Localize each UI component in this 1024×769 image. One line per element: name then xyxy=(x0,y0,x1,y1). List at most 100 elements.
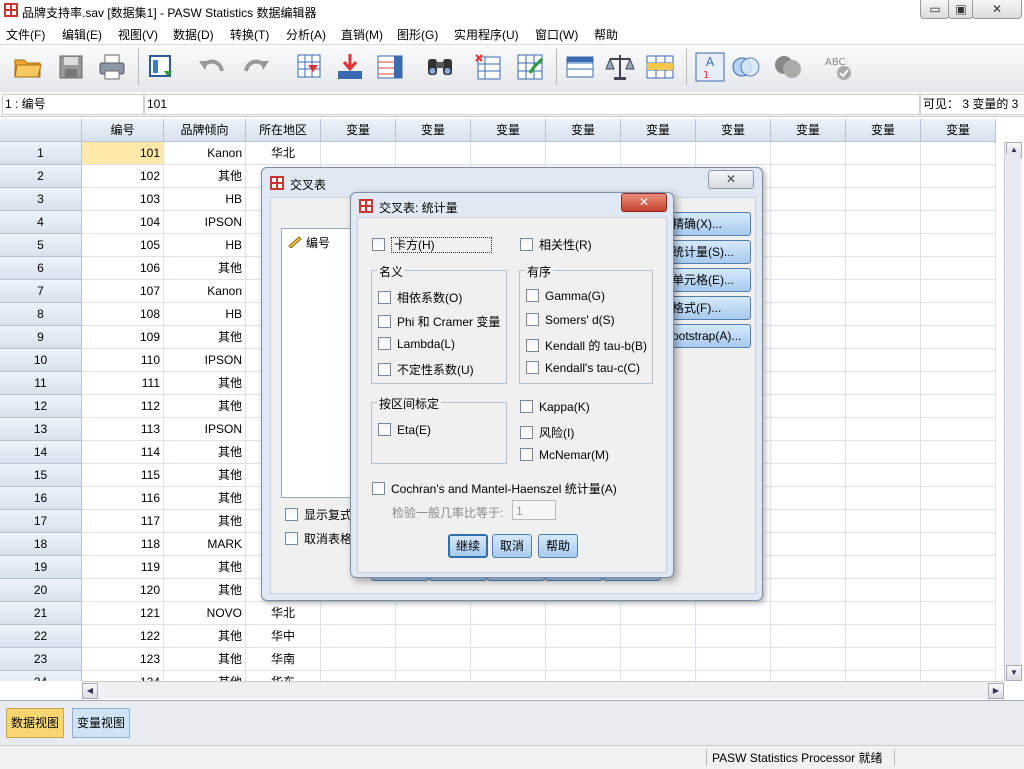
cell-empty[interactable] xyxy=(846,257,921,280)
cell-empty[interactable] xyxy=(771,418,846,441)
column-header[interactable]: 变量 xyxy=(771,119,846,142)
cell-empty[interactable] xyxy=(471,625,546,648)
row-header[interactable]: 6 xyxy=(0,257,82,280)
menu-help[interactable]: 帮助 xyxy=(594,26,618,43)
bootstrap-button[interactable]: ootstrap(A)... xyxy=(667,324,751,348)
cell-empty[interactable] xyxy=(921,487,996,510)
cell-empty[interactable] xyxy=(846,349,921,372)
cell-empty[interactable] xyxy=(771,487,846,510)
cell-id[interactable]: 119 xyxy=(82,556,164,579)
cell-empty[interactable] xyxy=(396,625,471,648)
cell-id[interactable]: 118 xyxy=(82,533,164,556)
scroll-down-arrow[interactable]: ▼ xyxy=(1006,665,1022,681)
cell-empty[interactable] xyxy=(771,257,846,280)
row-header[interactable]: 22 xyxy=(0,625,82,648)
cell-empty[interactable] xyxy=(771,556,846,579)
cell-empty[interactable] xyxy=(771,303,846,326)
cell-id[interactable]: 111 xyxy=(82,372,164,395)
cell-region[interactable]: 华北 xyxy=(246,142,321,165)
cell-empty[interactable] xyxy=(396,142,471,165)
cell-empty[interactable] xyxy=(846,671,921,681)
cell-empty[interactable] xyxy=(921,349,996,372)
variable-item[interactable]: 编号 xyxy=(288,234,330,251)
cell-id[interactable]: 104 xyxy=(82,211,164,234)
cell-empty[interactable] xyxy=(396,671,471,681)
cell-empty[interactable] xyxy=(771,349,846,372)
cell-empty[interactable] xyxy=(771,234,846,257)
cell-brand[interactable]: HB xyxy=(164,188,246,211)
cell-empty[interactable] xyxy=(321,671,396,681)
row-header[interactable]: 13 xyxy=(0,418,82,441)
cell-empty[interactable] xyxy=(771,188,846,211)
row-header[interactable]: 17 xyxy=(0,510,82,533)
column-header[interactable]: 变量 xyxy=(921,119,996,142)
continue-button[interactable]: 继续 xyxy=(448,534,488,558)
cell-empty[interactable] xyxy=(771,165,846,188)
cell-brand[interactable]: 其他 xyxy=(164,165,246,188)
cell-empty[interactable] xyxy=(396,602,471,625)
row-header[interactable]: 7 xyxy=(0,280,82,303)
cell-empty[interactable] xyxy=(471,142,546,165)
row-header[interactable]: 16 xyxy=(0,487,82,510)
phi-cramer-checkbox[interactable]: Phi 和 Cramer 变量 xyxy=(378,313,500,330)
cell-empty[interactable] xyxy=(921,533,996,556)
cell-empty[interactable] xyxy=(546,648,621,671)
open-folder-icon[interactable] xyxy=(12,51,44,83)
cell-empty[interactable] xyxy=(771,579,846,602)
cell-empty[interactable] xyxy=(846,372,921,395)
cell-empty[interactable] xyxy=(921,510,996,533)
cell-empty[interactable] xyxy=(921,579,996,602)
odds-ratio-input[interactable]: 1 xyxy=(512,500,556,520)
cell-empty[interactable] xyxy=(846,441,921,464)
cell-empty[interactable] xyxy=(846,142,921,165)
cell-empty[interactable] xyxy=(846,165,921,188)
split-file-icon[interactable] xyxy=(564,51,596,83)
tab-variable-view[interactable]: 变量视图 xyxy=(72,708,131,738)
cell-empty[interactable] xyxy=(771,602,846,625)
cell-empty[interactable] xyxy=(846,510,921,533)
cell-brand[interactable]: 其他 xyxy=(164,648,246,671)
cell-id[interactable]: 122 xyxy=(82,625,164,648)
row-header[interactable]: 12 xyxy=(0,395,82,418)
cell-empty[interactable] xyxy=(846,625,921,648)
horizontal-scrollbar[interactable]: ◀ ▶ xyxy=(82,681,1004,699)
cell-brand[interactable]: 其他 xyxy=(164,556,246,579)
cell-empty[interactable] xyxy=(546,602,621,625)
cell-brand[interactable]: IPSON xyxy=(164,349,246,372)
show-all-variables-icon[interactable] xyxy=(772,51,804,83)
cell-empty[interactable] xyxy=(846,579,921,602)
column-header[interactable]: 所在地区 xyxy=(246,119,321,142)
cell-empty[interactable] xyxy=(846,280,921,303)
cell-empty[interactable] xyxy=(921,280,996,303)
column-header[interactable]: 变量 xyxy=(396,119,471,142)
cell-empty[interactable] xyxy=(696,142,771,165)
menu-direct-marketing[interactable]: 直销(M) xyxy=(341,26,383,43)
cell-empty[interactable] xyxy=(771,395,846,418)
cell-empty[interactable] xyxy=(546,671,621,681)
cell-brand[interactable]: IPSON xyxy=(164,418,246,441)
kappa-checkbox[interactable]: Kappa(K) xyxy=(520,400,590,414)
display-clustered-checkbox[interactable]: 显示复式 xyxy=(285,506,352,523)
insert-variable-icon[interactable] xyxy=(514,51,546,83)
maximize-button[interactable]: ▣ xyxy=(948,0,974,19)
cell-empty[interactable] xyxy=(921,556,996,579)
variables-icon[interactable] xyxy=(374,51,406,83)
minimize-button[interactable]: ▭ xyxy=(920,0,950,19)
cell-empty[interactable] xyxy=(846,602,921,625)
menu-utilities[interactable]: 实用程序(U) xyxy=(454,26,519,43)
cell-brand[interactable]: Kanon xyxy=(164,280,246,303)
menu-analyze[interactable]: 分析(A) xyxy=(286,26,326,43)
cell-brand[interactable]: HB xyxy=(164,303,246,326)
weight-cases-icon[interactable] xyxy=(604,51,636,83)
cell-id[interactable]: 103 xyxy=(82,188,164,211)
cells-button[interactable]: 单元格(E)... xyxy=(667,268,751,292)
cell-region[interactable]: 华东 xyxy=(246,671,321,681)
cell-empty[interactable] xyxy=(621,671,696,681)
cell-empty[interactable] xyxy=(921,418,996,441)
cell-id[interactable]: 116 xyxy=(82,487,164,510)
column-header[interactable]: 品牌倾向 xyxy=(164,119,246,142)
column-header[interactable]: 变量 xyxy=(471,119,546,142)
cell-id[interactable]: 121 xyxy=(82,602,164,625)
cell-empty[interactable] xyxy=(621,625,696,648)
menu-edit[interactable]: 编辑(E) xyxy=(62,26,102,43)
